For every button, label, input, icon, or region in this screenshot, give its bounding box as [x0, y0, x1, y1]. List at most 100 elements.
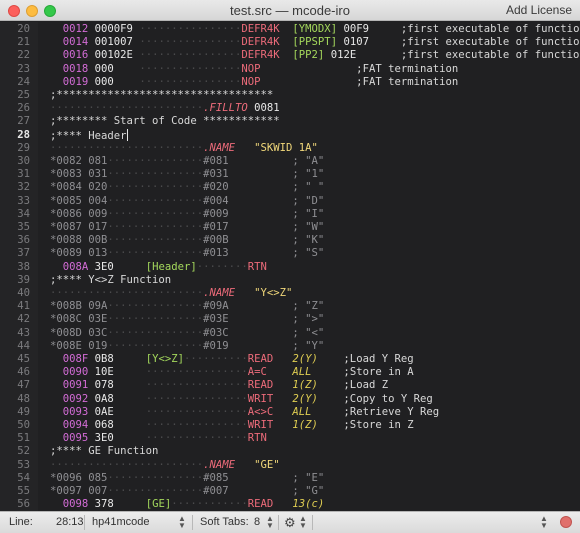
tabs-size-selector[interactable]: 8 — [254, 516, 260, 528]
line-code: *0086 009···············#009 ; "I" — [50, 208, 324, 221]
code-line[interactable]: 46 0090 10E ················A=C ALL ;Sto… — [0, 366, 580, 379]
code-token: "GE" — [254, 458, 280, 471]
code-line[interactable]: 54 *0096 085···············#085 ; "E" — [0, 472, 580, 485]
code-line[interactable]: 21 0014 001007 ················DEFR4K [P… — [0, 36, 580, 49]
syntax-chevron-icon[interactable]: ▲ ▼ — [178, 515, 186, 530]
code-line[interactable]: 52 ;**** GE Function — [0, 445, 580, 458]
code-token: #020 — [203, 181, 229, 194]
line-number: 55 — [17, 485, 30, 497]
code-token: ················ — [145, 432, 248, 445]
code-line[interactable]: 49 0093 0AE ················A<>C ALL ;Re… — [0, 406, 580, 419]
line-number: 21 — [17, 36, 30, 49]
code-token: ; "G" — [228, 485, 325, 497]
code-line[interactable]: 27 ;******** Start of Code ************ — [0, 115, 580, 128]
line-code: ························.NAME "GE" — [50, 459, 280, 472]
code-token: RTN — [247, 260, 267, 273]
line-number: 53 — [17, 458, 30, 471]
code-line[interactable]: 29 ························.NAME "SKWID 1… — [0, 142, 580, 155]
code-token: RTN — [247, 432, 267, 445]
cursor-position[interactable]: 28:13 — [56, 516, 84, 528]
code-line[interactable]: 20 0012 0000F9 ················DEFR4K [Y… — [0, 23, 580, 36]
code-line[interactable]: 22 0016 00102E ················DEFR4K [P… — [0, 49, 580, 62]
code-line[interactable]: 36 *0088 00B···············#00B ; "K" — [0, 234, 580, 247]
code-token: ················ — [145, 379, 248, 392]
code-line[interactable]: 50 0094 068 ················WRIT 1(Z) ;S… — [0, 419, 580, 432]
line-code: *0083 031···············#031 ; "1" — [50, 168, 324, 181]
code-line[interactable]: 35 *0087 017···············#017 ; "W" — [0, 221, 580, 234]
syntax-selector[interactable]: hp41mcode — [92, 516, 150, 528]
code-line[interactable]: 23 0018 000 ················NOP ;FAT ter… — [0, 63, 580, 76]
code-line[interactable]: 25 ;********************************** — [0, 89, 580, 102]
code-token: ··············· — [107, 207, 204, 220]
line-number: 56 — [17, 498, 30, 511]
code-token: 0A8 — [88, 392, 146, 405]
code-token: ················ — [139, 23, 242, 35]
code-line[interactable]: 45 008F 0B8 [Y<>Z]··········READ 2(Y) ;L… — [0, 353, 580, 366]
code-token: ;Store in Z — [317, 419, 414, 431]
code-token: ALL — [292, 366, 312, 379]
code-token: 000 — [88, 75, 140, 88]
code-token: DEFR4K — [241, 36, 280, 49]
line-code: 0012 0000F9 ················DEFR4K [YMOD… — [50, 23, 580, 36]
status-divider — [278, 515, 279, 530]
code-line[interactable]: 42 *008C 03E···············#03E ; ">" — [0, 313, 580, 326]
code-line[interactable]: 40 ························.NAME "Y<>Z" — [0, 287, 580, 300]
code-token: DEFR4K — [241, 49, 280, 62]
code-line[interactable]: 28 ;**** Header — [0, 128, 580, 142]
line-number: 35 — [17, 221, 30, 233]
code-line[interactable]: 34 *0086 009···············#009 ; "I" — [0, 208, 580, 221]
code-token: ;**** Header — [50, 129, 127, 142]
code-token: ;Load Z — [317, 379, 389, 392]
line-number: 32 — [17, 181, 30, 194]
code-token: #09A — [203, 300, 229, 313]
code-token: 0081 — [247, 102, 280, 115]
code-line[interactable]: 31 *0083 031···············#031 ; "1" — [0, 168, 580, 181]
code-token: ;Store in A — [311, 366, 414, 379]
code-line[interactable]: 47 0091 078 ················READ 1(Z) ;L… — [0, 379, 580, 392]
code-line[interactable]: 48 0092 0A8 ················WRIT 2(Y) ;C… — [0, 393, 580, 406]
line-code: 0018 000 ················NOP ;FAT termin… — [50, 63, 458, 76]
gear-chevron-icon[interactable]: ▲ ▼ — [299, 515, 307, 530]
line-number: 42 — [17, 313, 30, 326]
code-token: WRIT — [247, 419, 274, 431]
line-number: 45 — [17, 353, 30, 365]
code-line[interactable]: 43 *008D 03C···············#03C ; "<" — [0, 327, 580, 340]
code-token: ; "1" — [228, 168, 325, 181]
code-line[interactable]: 41 *008B 09A···············#09A ; "Z" — [0, 300, 580, 313]
macro-record-button[interactable] — [560, 516, 572, 528]
line-code: 008A 3E0 [Header]········RTN — [50, 261, 267, 274]
add-license-button[interactable]: Add License — [506, 3, 572, 17]
code-line[interactable]: 56 0098 378 [GE]············READ 13(c) — [0, 498, 580, 511]
code-line[interactable]: 33 *0085 004···············#004 ; "D" — [0, 195, 580, 208]
code-line[interactable]: 51 0095 3E0 ················RTN — [0, 432, 580, 445]
line-code: 0019 000 ················NOP ;FAT termin… — [50, 76, 458, 89]
code-line[interactable]: 26 ························.FILLTO 0081 — [0, 102, 580, 115]
code-line[interactable]: 37 *0089 013···············#013 ; "S" — [0, 247, 580, 260]
line-code: *0084 020···············#020 ; " " — [50, 181, 324, 194]
code-line[interactable]: 24 0019 000 ················NOP ;FAT ter… — [0, 76, 580, 89]
tabs-chevron-icon[interactable]: ▲ ▼ — [266, 515, 274, 530]
code-editor[interactable]: 20 0012 0000F9 ················DEFR4K [Y… — [0, 22, 580, 511]
code-line[interactable]: 44 *008E 019···············#019 ; "Y" — [0, 340, 580, 353]
gear-icon[interactable]: ⚙ — [284, 515, 296, 531]
code-token: 001007 — [88, 36, 140, 49]
code-line[interactable]: 32 *0084 020···············#020 ; " " — [0, 181, 580, 194]
code-token: ········ — [196, 260, 248, 273]
code-line[interactable]: 39 ;**** Y<>Z Function — [0, 274, 580, 287]
code-line[interactable]: 55 *0097 007···············#007 ; "G" — [0, 485, 580, 498]
code-line[interactable]: 53 ························.NAME "GE" — [0, 459, 580, 472]
line-number: 54 — [17, 471, 30, 484]
code-line[interactable]: 30 *0082 081···············#081 ; "A" — [0, 155, 580, 168]
line-code: ;******** Start of Code ************ — [50, 115, 280, 128]
code-line[interactable]: 38 008A 3E0 [Header]········RTN — [0, 261, 580, 274]
code-token: ; "W" — [228, 221, 325, 233]
line-code: 008F 0B8 [Y<>Z]··········READ 2(Y) ;Load… — [50, 353, 414, 366]
code-token: 0012 — [62, 23, 89, 35]
code-token: 1(Z) — [292, 419, 318, 431]
code-token: 0B8 — [88, 353, 146, 365]
line-number: 34 — [17, 207, 30, 220]
code-token: #03C — [203, 326, 229, 339]
status-divider — [312, 515, 313, 530]
symbol-chevron-icon[interactable]: ▲ ▼ — [540, 515, 548, 530]
